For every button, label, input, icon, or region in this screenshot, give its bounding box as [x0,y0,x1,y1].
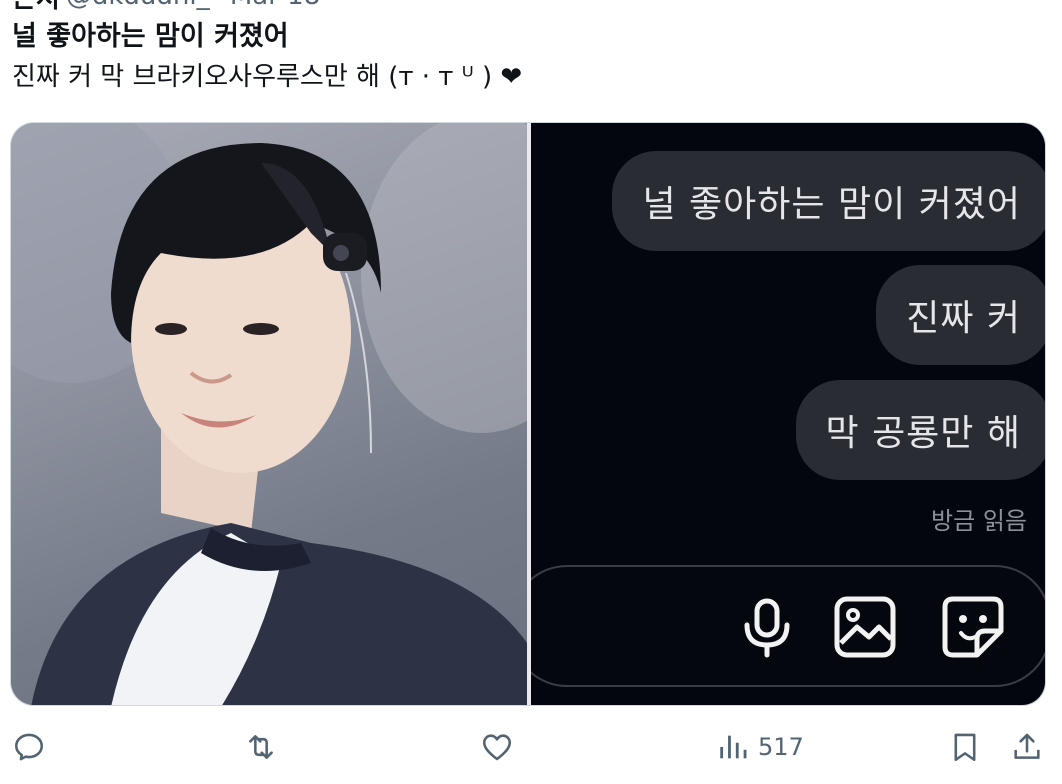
bookmark-icon [954,733,976,762]
photo-person[interactable] [11,123,527,705]
views-button[interactable]: 517 [716,730,804,764]
author-name[interactable]: 은서 [12,0,60,15]
microphone-icon [744,598,790,658]
read-receipt: 방금 읽음 [931,507,1027,535]
heart-emoji: ❤ [500,62,523,92]
tweet-text: 진짜 커 막 브라키오사우루스만 해 (ᴛ · ᴛ ᵁ ) ❤ [12,60,522,94]
share-icon [1014,733,1040,759]
tweet: 은서 @dkdudni_ · Mar 18 널 좋아하는 맘이 커졌어 진짜 커… [0,0,1062,784]
photo-illustration [11,123,527,705]
header-separator: · [216,0,224,11]
like-button[interactable] [480,730,514,764]
tweet-title: 널 좋아하는 맘이 커졌어 [12,21,289,52]
retweet-button[interactable] [244,730,278,764]
message-compose-bar [531,565,1045,687]
sticker-icon [942,596,1004,658]
bookmark-button[interactable] [948,730,982,764]
share-button[interactable] [1010,730,1044,764]
chat-bubble-2: 진짜 커 [876,265,1045,365]
image-icon [834,596,896,658]
author-handle[interactable]: @dkdudni_ [66,0,210,11]
tweet-body: 진짜 커 막 브라키오사우루스만 해 (ᴛ · ᴛ ᵁ ) [12,62,493,92]
views-count: 517 [758,733,804,761]
chat-bubble-1: 널 좋아하는 맘이 커졌어 [612,151,1045,251]
tweet-header: 은서 @dkdudni_ · Mar 18 [12,0,320,14]
tweet-media[interactable]: 널 좋아하는 맘이 커졌어 진짜 커 막 공룡만 해 방금 읽음 [10,122,1046,706]
views-icon [720,735,747,759]
chat-bubble-3: 막 공룡만 해 [795,380,1045,480]
photo-chat-screenshot[interactable]: 널 좋아하는 맘이 커졌어 진짜 커 막 공룡만 해 방금 읽음 [531,123,1045,705]
retweet-icon [249,735,273,759]
tweet-actions: 517 [0,720,1062,784]
reply-button[interactable] [12,730,46,764]
grok-icon[interactable] [933,0,967,8]
reply-icon [14,733,44,761]
like-icon [482,734,512,761]
tweet-date[interactable]: Mar 18 [230,0,320,11]
